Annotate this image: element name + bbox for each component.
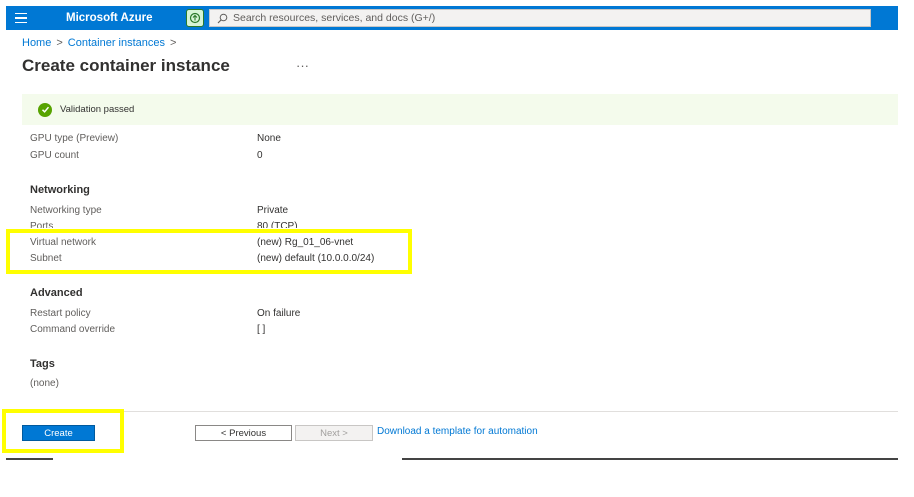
breadcrumb-separator: > bbox=[56, 37, 63, 49]
command-override-value: [ ] bbox=[257, 324, 266, 335]
validation-text: Validation passed bbox=[60, 104, 135, 115]
breadcrumb-container-instances[interactable]: Container instances bbox=[68, 37, 165, 49]
brand-title[interactable]: Microsoft Azure bbox=[66, 12, 178, 24]
bottom-edge-line bbox=[402, 458, 898, 460]
search-input[interactable]: Search resources, services, and docs (G+… bbox=[209, 9, 871, 27]
footer-divider bbox=[22, 411, 898, 412]
ports-value: 80 (TCP) bbox=[257, 221, 298, 228]
highlight-box-create bbox=[2, 409, 124, 453]
breadcrumb-separator: > bbox=[170, 37, 177, 49]
highlight-box-network bbox=[6, 229, 412, 274]
page-title: Create container instance bbox=[22, 56, 230, 75]
breadcrumb: Home > Container instances > bbox=[22, 37, 176, 49]
download-template-link[interactable]: Download a template for automation bbox=[377, 426, 538, 437]
check-circle-icon bbox=[38, 102, 52, 117]
restart-policy-label: Restart policy bbox=[30, 308, 91, 319]
gpu-type-value: None bbox=[257, 133, 281, 144]
restart-policy-value: On failure bbox=[257, 308, 301, 319]
advanced-heading: Advanced bbox=[30, 287, 83, 299]
ports-label: Ports bbox=[30, 221, 54, 228]
tags-value: (none) bbox=[30, 378, 59, 389]
next-button: Next > bbox=[295, 425, 373, 441]
gpu-count-label: GPU count bbox=[30, 150, 79, 161]
more-options-icon[interactable]: ··· bbox=[296, 58, 309, 73]
networking-type-label: Networking type bbox=[30, 205, 102, 216]
menu-icon[interactable] bbox=[6, 6, 36, 30]
breadcrumb-home[interactable]: Home bbox=[22, 37, 51, 49]
search-placeholder: Search resources, services, and docs (G+… bbox=[233, 12, 436, 24]
previous-button[interactable]: < Previous bbox=[195, 425, 292, 441]
tags-heading: Tags bbox=[30, 358, 55, 370]
gpu-count-value: 0 bbox=[257, 150, 263, 161]
validation-banner: Validation passed bbox=[22, 94, 898, 125]
bottom-edge-line bbox=[6, 458, 53, 460]
copilot-icon[interactable] bbox=[186, 9, 204, 27]
gpu-type-label: GPU type (Preview) bbox=[30, 133, 119, 144]
top-navigation-bar: Microsoft Azure Search resources, servic… bbox=[6, 6, 898, 30]
search-icon bbox=[217, 13, 228, 23]
command-override-label: Command override bbox=[30, 324, 116, 335]
networking-heading: Networking bbox=[30, 184, 90, 196]
networking-type-value: Private bbox=[257, 205, 289, 216]
